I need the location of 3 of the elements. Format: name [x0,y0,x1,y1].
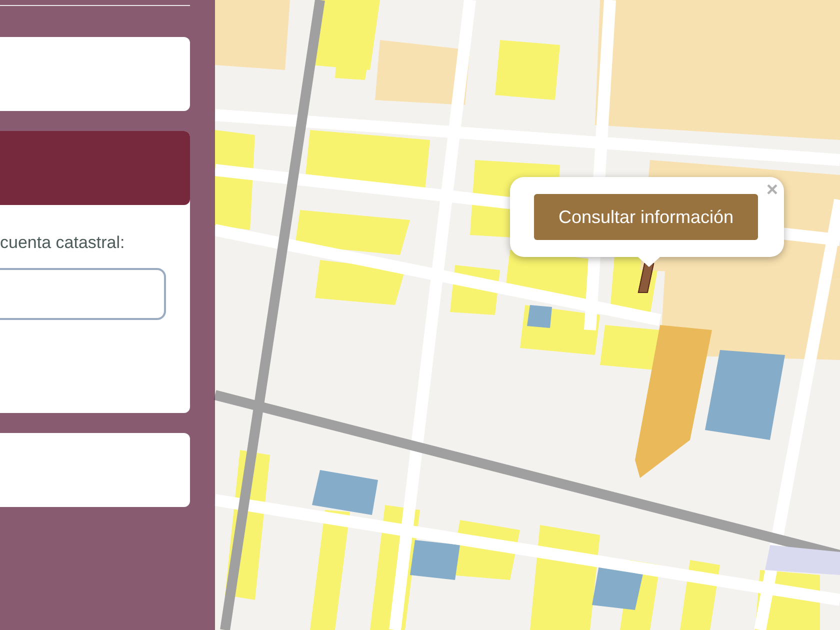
consult-button[interactable]: Consultar información [534,194,758,240]
field-label: cuenta catastral: [0,233,126,253]
account-number-field[interactable] [0,268,166,320]
